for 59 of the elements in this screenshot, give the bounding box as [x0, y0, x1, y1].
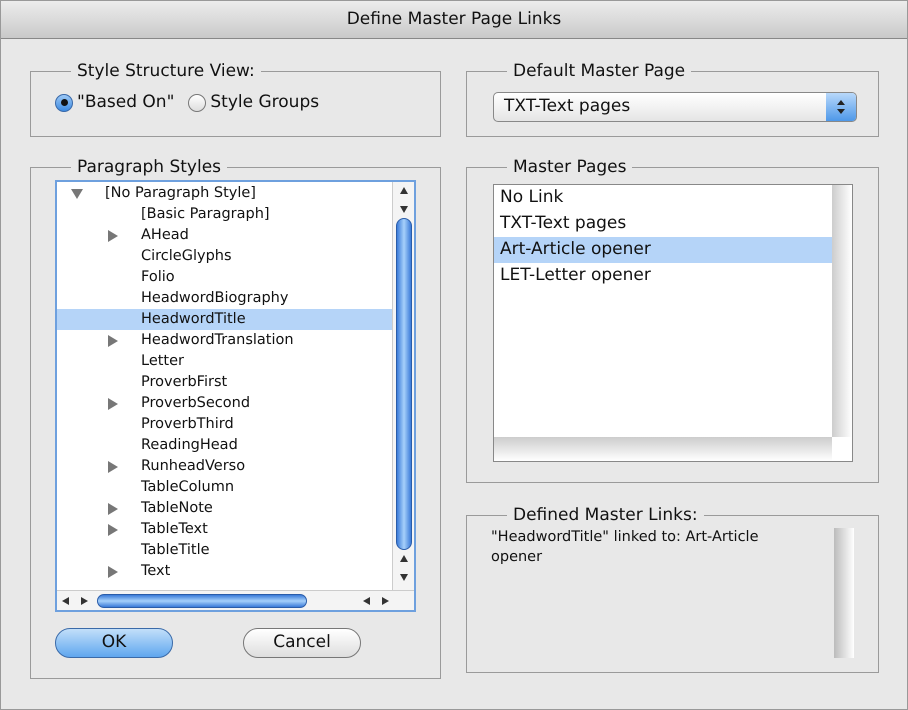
- vertical-scrollbar[interactable]: [832, 185, 852, 437]
- style-row[interactable]: [No Paragraph Style]: [57, 183, 392, 204]
- horizontal-scrollbar[interactable]: [57, 590, 414, 610]
- stepper-arrows-icon: [836, 99, 846, 115]
- left-arrow-icon[interactable]: [362, 596, 372, 606]
- left-arrow-icon[interactable]: [61, 596, 71, 606]
- master-page-row[interactable]: No Link: [494, 185, 832, 211]
- link-summary-text: "HeadwordTitle" linked to: Art-Article opener: [491, 528, 760, 567]
- cancel-button[interactable]: Cancel: [243, 628, 361, 658]
- style-row[interactable]: Letter: [57, 351, 392, 372]
- style-row[interactable]: HeadwordTranslation: [57, 330, 392, 351]
- collapsed-triangle-icon[interactable]: [107, 566, 119, 578]
- right-arrow-icon[interactable]: [380, 596, 390, 606]
- expanded-triangle-icon[interactable]: [71, 188, 83, 200]
- style-row[interactable]: [Basic Paragraph]: [57, 204, 392, 225]
- ok-button[interactable]: OK: [55, 628, 173, 658]
- master-page-dropdown[interactable]: TXT-Text pages: [493, 92, 857, 122]
- collapsed-triangle-icon[interactable]: [107, 334, 119, 346]
- collapsed-triangle-icon[interactable]: [107, 524, 119, 536]
- master-page-row[interactable]: LET-Letter opener: [494, 263, 832, 289]
- group-label: Style Structure View:: [76, 63, 256, 80]
- right-arrow-icon[interactable]: [79, 596, 89, 606]
- style-row[interactable]: ProverbThird: [57, 414, 392, 435]
- collapsed-triangle-icon[interactable]: [107, 502, 119, 514]
- group-label: Master Pages: [512, 159, 628, 176]
- scroll-thumb[interactable]: [396, 218, 412, 550]
- up-arrow-icon[interactable]: [398, 186, 408, 196]
- style-row[interactable]: HeadwordTitle: [57, 309, 392, 330]
- collapsed-triangle-icon[interactable]: [107, 460, 119, 472]
- collapsed-triangle-icon[interactable]: [107, 398, 119, 410]
- group-label: Defined Master Links:: [512, 507, 699, 524]
- style-row[interactable]: CircleGlyphs: [57, 246, 392, 267]
- horizontal-scrollbar[interactable]: [494, 437, 832, 461]
- collapsed-triangle-icon[interactable]: [107, 230, 119, 242]
- style-row[interactable]: RunheadVerso: [57, 456, 392, 477]
- group-label: Paragraph Styles: [76, 159, 222, 176]
- vertical-scrollbar[interactable]: [392, 182, 414, 590]
- style-row[interactable]: TableTitle: [57, 540, 392, 561]
- style-row[interactable]: AHead: [57, 225, 392, 246]
- style-row[interactable]: TableColumn: [57, 477, 392, 498]
- style-row[interactable]: TableNote: [57, 498, 392, 519]
- down-arrow-icon[interactable]: [398, 572, 408, 582]
- master-page-row[interactable]: TXT-Text pages: [494, 211, 832, 237]
- vertical-scrollbar[interactable]: [834, 528, 854, 658]
- up-arrow-icon[interactable]: [398, 554, 408, 564]
- group-label: Default Master Page: [512, 63, 686, 80]
- style-row[interactable]: ProverbFirst: [57, 372, 392, 393]
- window-title: Define Master Page Links: [346, 8, 562, 31]
- style-row[interactable]: HeadwordBiography: [57, 288, 392, 309]
- style-row[interactable]: ReadingHead: [57, 435, 392, 456]
- style-row[interactable]: Folio: [57, 267, 392, 288]
- down-arrow-icon[interactable]: [398, 204, 408, 214]
- radio-option[interactable]: Style Groups: [188, 90, 320, 116]
- master-page-row[interactable]: Art-Article opener: [494, 237, 832, 263]
- scroll-thumb[interactable]: [97, 594, 307, 608]
- style-row[interactable]: Text: [57, 561, 392, 582]
- radio-option[interactable]: "Based On": [55, 90, 174, 116]
- style-row[interactable]: ProverbSecond: [57, 393, 392, 414]
- style-row[interactable]: TableText: [57, 519, 392, 540]
